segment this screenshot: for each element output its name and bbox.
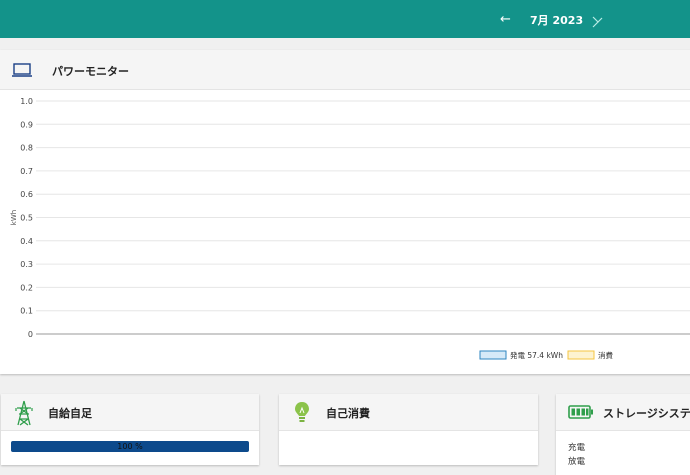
y-tick-label: 0.6 <box>20 190 33 199</box>
self-consumption-header: 自己消費 <box>279 394 538 431</box>
self-sufficiency-header: 自給自足 <box>1 394 259 431</box>
y-tick-label: 0.1 <box>20 307 33 316</box>
legend-swatch <box>479 350 507 360</box>
power-monitor-header: パワーモニター <box>0 50 690 90</box>
power-tower-icon <box>15 400 33 426</box>
arrow-left-icon[interactable]: ← <box>500 11 511 29</box>
progress-label: 100 % <box>117 442 143 451</box>
y-tick-label: 0.2 <box>20 283 33 292</box>
self-sufficiency-progress-bar: 100 % <box>11 441 249 452</box>
power-monitor-title: パワーモニター <box>52 65 129 78</box>
storage-system-title: ストレージシステム <box>603 407 690 420</box>
y-tick-label: 0 <box>28 330 33 339</box>
storage-system-header: ストレージシステム <box>556 394 690 431</box>
y-tick-label: 0.5 <box>20 214 33 223</box>
y-tick-label: 0.4 <box>20 237 33 246</box>
month-label: 7月 2023 <box>530 14 584 27</box>
laptop-icon <box>12 63 32 77</box>
y-tick-label: 1.0 <box>20 97 33 106</box>
y-axis-title: kWh <box>10 210 18 225</box>
self-consumption-title: 自己消費 <box>326 407 370 420</box>
legend-swatch <box>567 350 595 360</box>
battery-icon <box>568 405 593 419</box>
y-tick-label: 0.3 <box>20 260 33 269</box>
self-sufficiency-card: 自給自足 100 % <box>1 394 259 465</box>
self-consumption-card: 自己消費 <box>279 394 538 465</box>
charge-label: 充電 <box>568 443 586 453</box>
y-tick-label: 0.8 <box>20 144 33 153</box>
top-bar: ← 7月 2023 <box>0 0 690 38</box>
arrow-right-icon[interactable] <box>590 11 604 29</box>
power-chart: 0 0.1 0.2 0.3 0.4 0.5 0.6 0.7 0.8 0.9 1.0 kWh 発電 57.… <box>10 97 690 360</box>
month-navigator: ← 7月 2023 <box>500 11 603 29</box>
discharge-label: 放電 <box>568 457 586 467</box>
storage-system-card: ストレージシステム 充電 放電 <box>556 394 690 475</box>
self-sufficiency-title: 自給自足 <box>48 407 92 420</box>
lightbulb-icon <box>295 402 309 422</box>
y-tick-label: 0.7 <box>20 167 33 176</box>
power-monitor-card: パワーモニター 0 0.1 0.2 0.3 0.4 0.5 0.6 0.7 0.8 0.9 1.0 k… <box>0 50 690 374</box>
legend-label: 消費 <box>598 350 613 360</box>
legend-label: 発電 57.4 kWh <box>510 351 563 360</box>
y-tick-label: 0.9 <box>20 120 33 129</box>
